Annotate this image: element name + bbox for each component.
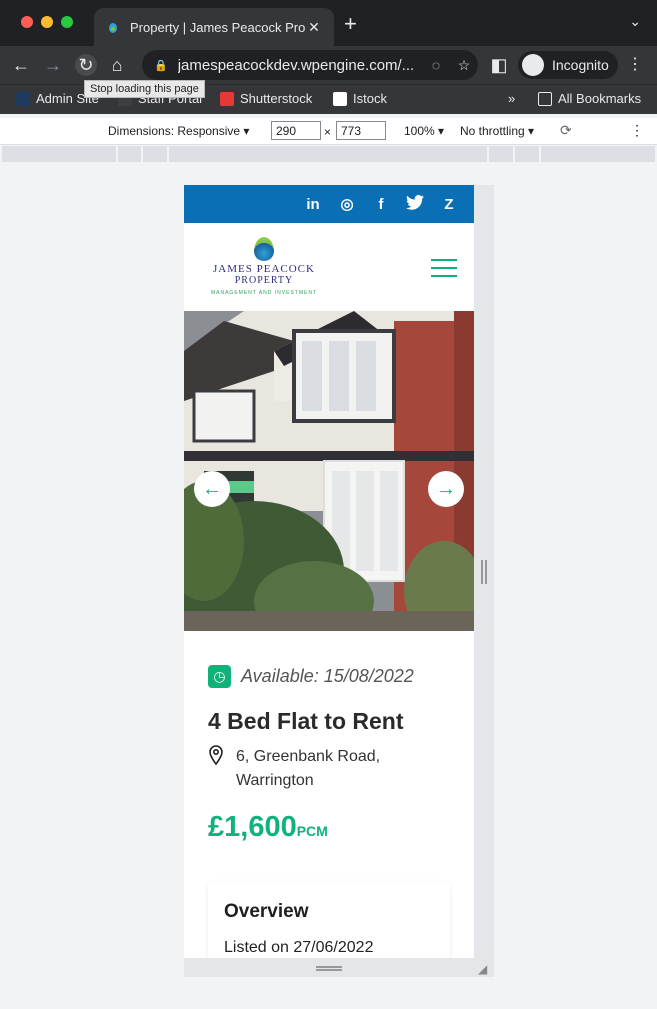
overview-card: Overview Listed on 27/06/2022: [208, 881, 450, 958]
dimension-separator: ×: [324, 125, 332, 139]
viewport-resize-handle-right[interactable]: [481, 560, 487, 584]
zoopla-icon[interactable]: Z: [438, 196, 460, 213]
back-arrow-icon[interactable]: ←: [10, 54, 32, 76]
reload-icon[interactable]: ↻: [75, 54, 97, 76]
new-tab-button[interactable]: +: [344, 11, 357, 37]
window-controls: [21, 16, 73, 28]
height-input[interactable]: 773: [336, 121, 386, 140]
property-price: £1,600PCM: [208, 811, 450, 844]
clock-icon: ◷: [208, 665, 231, 688]
browser-menu-icon[interactable]: ⋮: [627, 54, 643, 74]
address-line-2: Warrington: [236, 772, 314, 789]
side-panel-icon[interactable]: ◧: [488, 54, 510, 76]
incognito-badge[interactable]: Incognito: [518, 51, 618, 79]
bookmark-label: Shutterstock: [240, 91, 313, 106]
location-pin-icon: [208, 745, 226, 793]
property-photo-carousel: ← →: [184, 311, 474, 631]
width-input[interactable]: 290: [271, 121, 321, 140]
media-query-ruler[interactable]: [2, 146, 655, 162]
reload-tooltip: Stop loading this page: [84, 80, 205, 98]
property-photo: [184, 311, 474, 631]
twitter-icon[interactable]: [404, 194, 426, 214]
site-favicon-icon: [109, 23, 117, 33]
device-toolbar: Dimensions: Responsive ▾ 290 × 773 100% …: [0, 118, 657, 145]
browser-toolbar: ← → ↻ ⌂ 🔒 jamespeacockdev.wpengine.com/.…: [0, 46, 657, 84]
dimensions-dropdown[interactable]: Dimensions: Responsive ▾: [108, 124, 249, 138]
all-bookmarks-label: All Bookmarks: [558, 91, 642, 106]
istock-icon: [333, 91, 347, 106]
bookmark-label: Istock: [353, 91, 387, 106]
incognito-label: Incognito: [552, 57, 609, 73]
price-unit: PCM: [296, 823, 328, 839]
home-icon[interactable]: ⌂: [106, 54, 128, 76]
availability-date: Available: 15/08/2022: [241, 666, 414, 686]
rotate-icon[interactable]: ⟳: [560, 122, 572, 139]
all-bookmarks-button[interactable]: All Bookmarks: [538, 91, 641, 106]
price-amount: £1,600: [208, 811, 297, 843]
social-bar: in ◎ f Z: [184, 185, 474, 223]
throttling-label: No throttling: [460, 124, 525, 138]
site-header: JAMES PEACOCK PROPERTY MANAGEMENT AND IN…: [184, 223, 474, 311]
zoom-dropdown[interactable]: 100% ▾: [404, 124, 444, 138]
facebook-icon[interactable]: f: [370, 196, 392, 213]
instagram-icon[interactable]: ◎: [336, 195, 358, 213]
admin-site-icon: [16, 91, 30, 106]
logo-tagline: MANAGEMENT AND INVESTMENT: [210, 290, 318, 296]
tab-title: Property | James Peacock Prop: [130, 19, 306, 35]
peacock-drop-icon: [254, 237, 274, 261]
incognito-icon: [522, 54, 544, 76]
viewport-resize-corner-icon[interactable]: ◢: [478, 962, 487, 976]
forward-arrow-icon[interactable]: →: [42, 54, 64, 76]
viewport-resize-handle-bottom[interactable]: [316, 966, 342, 971]
carousel-prev-arrow-icon[interactable]: ←: [194, 471, 230, 507]
carousel-next-arrow-icon[interactable]: →: [428, 471, 464, 507]
folder-icon: [538, 91, 552, 106]
zoom-label: 100%: [404, 124, 435, 138]
bookmark-shutterstock[interactable]: Shutterstock: [220, 91, 312, 106]
browser-tab[interactable]: Property | James Peacock Prop ✕: [94, 8, 334, 46]
address-line-1: 6, Greenbank Road,: [236, 748, 381, 765]
bookmark-istock[interactable]: Istock: [333, 91, 387, 106]
throttling-dropdown[interactable]: No throttling ▾: [460, 124, 534, 138]
lock-icon: 🔒: [154, 59, 168, 72]
tab-bar: Property | James Peacock Prop ✕ + ⌄: [0, 0, 657, 46]
logo-line-1: JAMES PEACOCK: [213, 263, 315, 275]
address-bar[interactable]: 🔒 jamespeacockdev.wpengine.com/... ◌ ☆: [142, 50, 478, 80]
url-text: jamespeacockdev.wpengine.com/...: [177, 56, 415, 74]
shutterstock-icon: [220, 91, 234, 106]
maximize-window-button[interactable]: [61, 16, 73, 28]
listed-date: Listed on 27/06/2022: [224, 939, 374, 956]
device-viewport: in ◎ f Z JAMES PEACOCK PROPERTY MANAGEME…: [184, 185, 474, 958]
dimensions-label: Dimensions: Responsive: [108, 124, 241, 138]
hamburger-menu-icon[interactable]: [431, 259, 457, 283]
property-title: 4 Bed Flat to Rent: [208, 708, 404, 734]
close-tab-icon[interactable]: ✕: [306, 19, 322, 36]
overview-heading: Overview: [224, 901, 309, 922]
availability-row: ◷ Available: 15/08/2022: [208, 665, 450, 688]
close-window-button[interactable]: [21, 16, 33, 28]
company-logo[interactable]: JAMES PEACOCK PROPERTY MANAGEMENT AND IN…: [204, 237, 324, 296]
bookmark-star-icon[interactable]: ☆: [450, 57, 478, 74]
device-menu-icon[interactable]: ⋮: [630, 122, 644, 139]
tab-search-chevron-icon[interactable]: ⌄: [629, 13, 641, 30]
eye-slash-icon[interactable]: ◌: [422, 57, 450, 73]
minimize-window-button[interactable]: [41, 16, 53, 28]
linkedin-icon[interactable]: in: [302, 196, 324, 213]
property-address: 6, Greenbank Road, Warrington: [208, 745, 450, 793]
logo-line-2: PROPERTY: [234, 275, 294, 286]
more-bookmarks-chevron-icon[interactable]: »: [508, 91, 515, 106]
